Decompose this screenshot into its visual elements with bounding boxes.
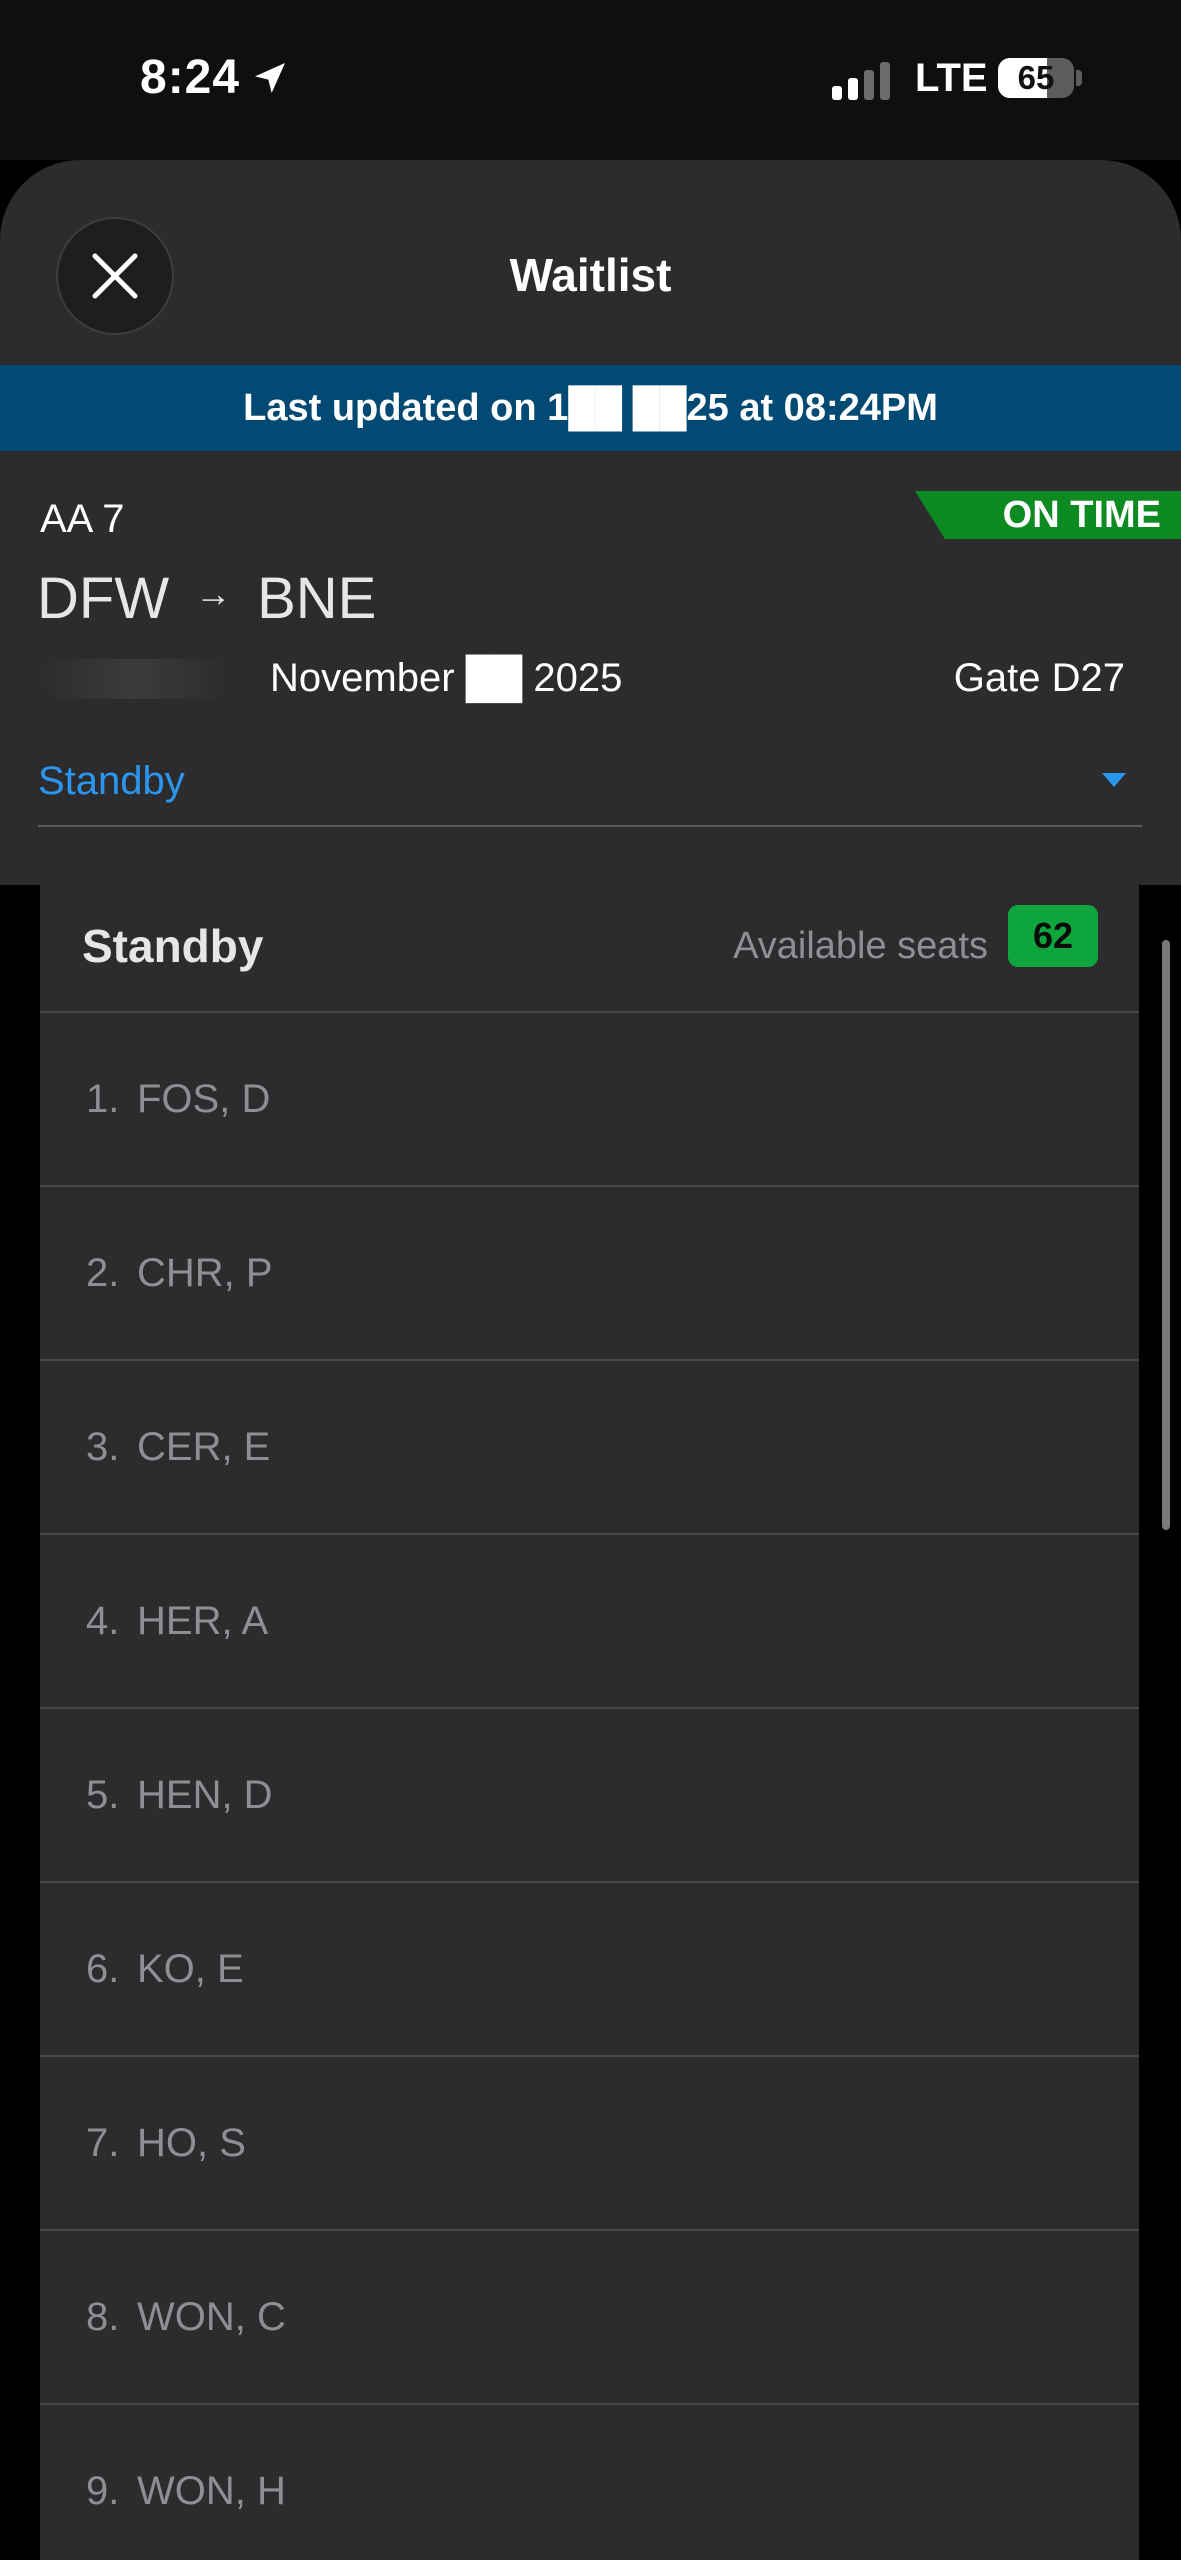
list-item-position: 5. bbox=[86, 1773, 120, 1817]
list-item[interactable]: 7. HO, S bbox=[40, 2057, 1139, 2231]
status-badge: ON TIME bbox=[915, 491, 1181, 539]
list-item-position: 9. bbox=[86, 2469, 120, 2513]
standby-list: 1. FOS, D 2. CHR, P 3. CER, E 4. HER, A 5. HEN, D… bbox=[40, 1013, 1139, 2560]
status-time: 8:24 bbox=[140, 50, 290, 105]
standby-title: Standby bbox=[82, 920, 264, 972]
status-bar: 8:24 LTE 65 bbox=[0, 0, 1181, 160]
origin-airport: DFW bbox=[37, 566, 170, 631]
list-item-name: HER, A bbox=[137, 1599, 269, 1643]
list-item-name: WON, H bbox=[137, 2469, 286, 2513]
battery-percent: 65 bbox=[1017, 59, 1055, 96]
last-updated-banner: Last updated on 1██ ██25 at 08:24PM bbox=[0, 365, 1181, 451]
network-label: LTE bbox=[915, 56, 988, 100]
page-title: Waitlist bbox=[509, 249, 672, 301]
dropdown-selected-value: Standby bbox=[38, 759, 185, 803]
scrollbar[interactable] bbox=[1162, 940, 1170, 1530]
list-item[interactable]: 2. CHR, P bbox=[40, 1187, 1139, 1361]
list-item-name: HO, S bbox=[137, 2121, 246, 2165]
destination-airport: BNE bbox=[257, 566, 377, 631]
available-seats-badge: 62 bbox=[1008, 905, 1098, 967]
list-item-name: CHR, P bbox=[137, 1251, 273, 1295]
list-item-name: HEN, D bbox=[137, 1773, 273, 1817]
list-item-position: 8. bbox=[86, 2295, 120, 2339]
list-item-position: 1. bbox=[86, 1077, 120, 1121]
list-item[interactable]: 5. HEN, D bbox=[40, 1709, 1139, 1883]
status-time-text: 8:24 bbox=[140, 51, 241, 104]
flight-number: AA 7 bbox=[40, 497, 125, 541]
chevron-down-icon bbox=[1102, 773, 1126, 787]
list-item[interactable]: 1. FOS, D bbox=[40, 1013, 1139, 1187]
list-item[interactable]: 8. WON, C bbox=[40, 2231, 1139, 2405]
signal-icon bbox=[832, 60, 890, 100]
list-item-name: WON, C bbox=[137, 2295, 286, 2339]
list-item-position: 6. bbox=[86, 1947, 120, 1991]
gate-label: Gate D27 bbox=[953, 656, 1125, 700]
flight-date: November ██ 2025 bbox=[40, 656, 622, 701]
list-type-dropdown[interactable]: Standby bbox=[38, 751, 1142, 827]
battery-icon: 65 bbox=[998, 58, 1074, 98]
redacted-date-prefix bbox=[40, 658, 230, 699]
available-seats-label: Available seats bbox=[733, 925, 988, 967]
standby-header: Standby Available seats 62 bbox=[40, 885, 1139, 1013]
flight-date-text: November ██ 2025 bbox=[270, 656, 623, 700]
list-item-position: 7. bbox=[86, 2121, 120, 2165]
list-item[interactable]: 4. HER, A bbox=[40, 1535, 1139, 1709]
list-item-name: CER, E bbox=[137, 1425, 271, 1469]
list-item[interactable]: 3. CER, E bbox=[40, 1361, 1139, 1535]
waitlist-area: Standby Available seats 62 1. FOS, D 2. CHR… bbox=[0, 885, 1181, 2560]
arrow-right-icon: → bbox=[195, 572, 232, 614]
location-arrow-icon bbox=[255, 62, 286, 93]
list-item-name: FOS, D bbox=[137, 1077, 271, 1121]
list-item[interactable]: 6. KO, E bbox=[40, 1883, 1139, 2057]
list-item-position: 3. bbox=[86, 1425, 120, 1469]
standby-card: Standby Available seats 62 1. FOS, D 2. CHR… bbox=[40, 885, 1139, 2560]
waitlist-sheet: Waitlist Last updated on 1██ ██25 at 08:… bbox=[0, 160, 1181, 2560]
route: DFW → BNE bbox=[37, 565, 376, 632]
flight-info-panel: AA 7 ON TIME DFW → BNE November ██ 2025 … bbox=[0, 451, 1181, 885]
list-item-name: KO, E bbox=[137, 1947, 244, 1991]
list-item[interactable]: 9. WON, H bbox=[40, 2405, 1139, 2560]
list-item-position: 4. bbox=[86, 1599, 120, 1643]
battery-cap bbox=[1076, 70, 1082, 86]
list-item-position: 2. bbox=[86, 1251, 120, 1295]
